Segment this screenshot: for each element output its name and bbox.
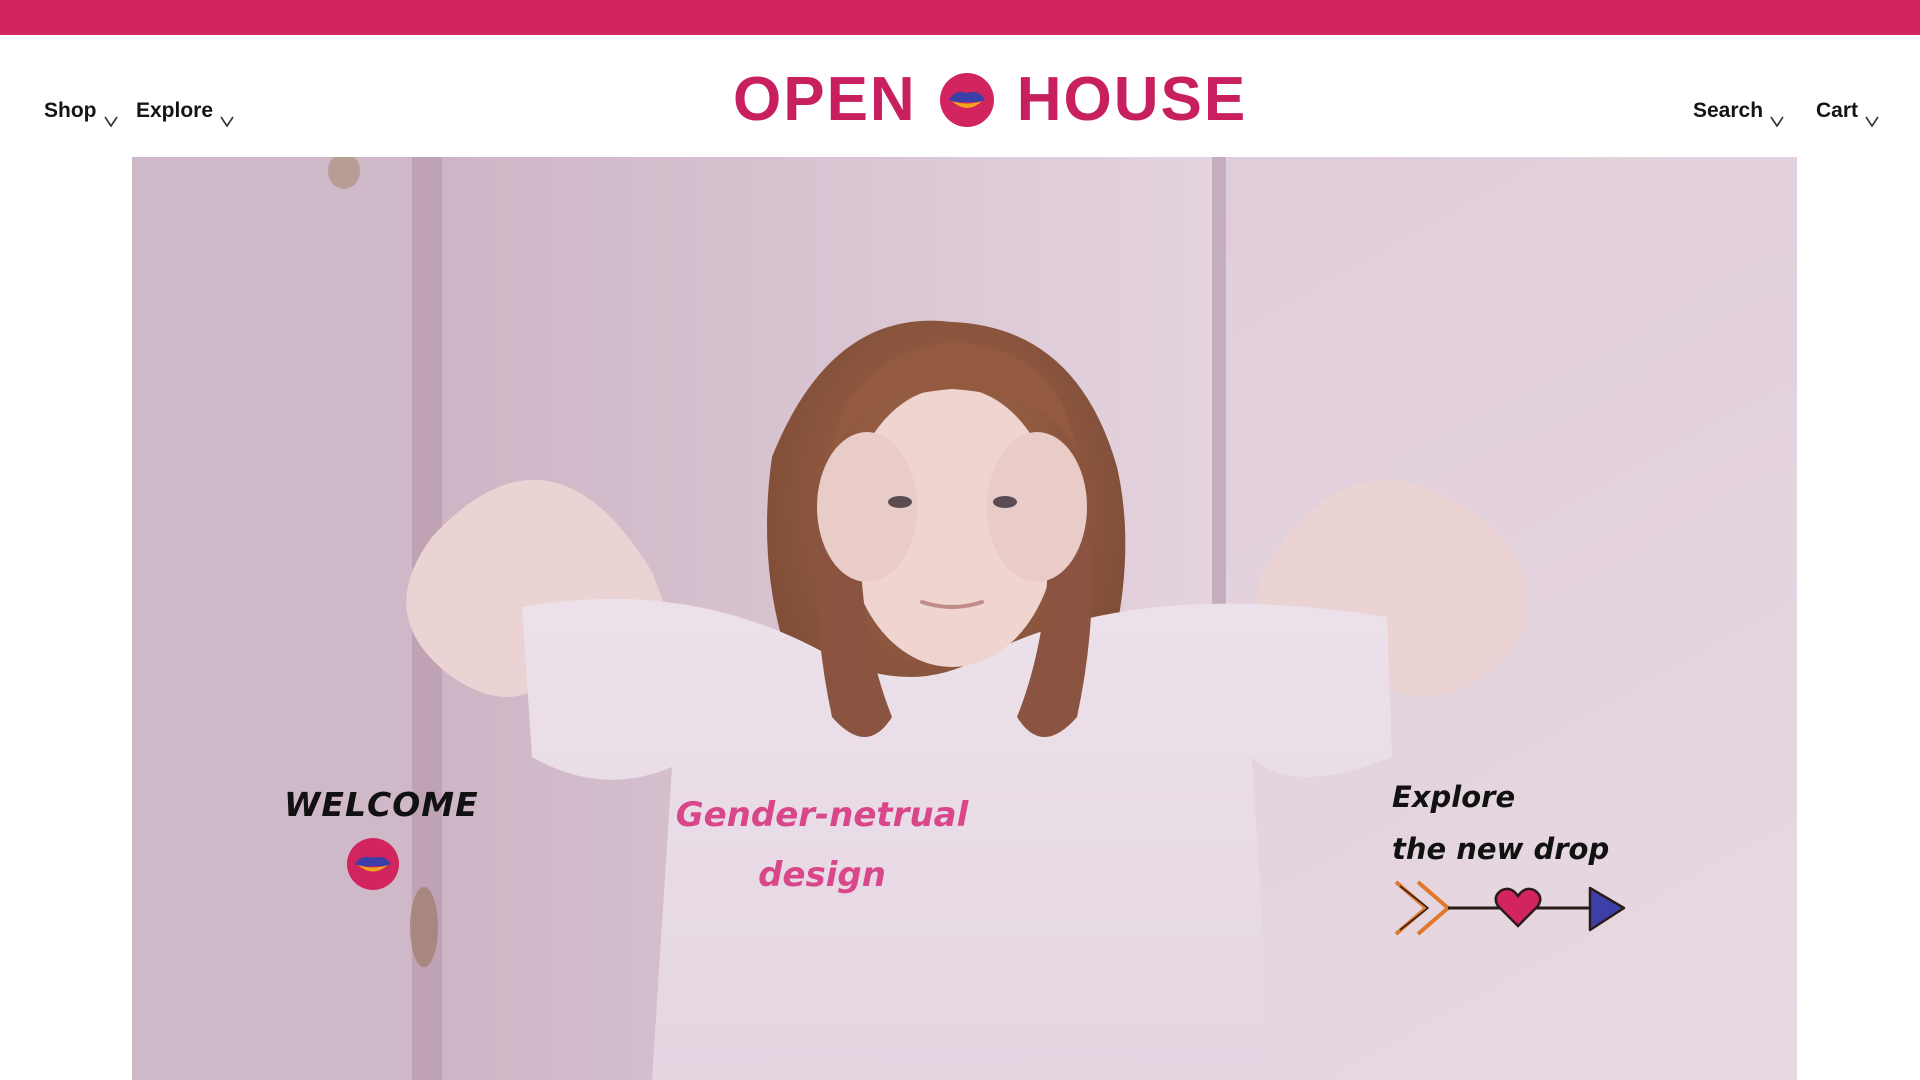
nav-search[interactable]: Search [1693,98,1785,128]
explore-new-drop-link[interactable]: Explore the new drop [1392,771,1626,936]
slogan-text: Gender-netrual design [652,785,992,905]
slogan-line-2: design [758,855,886,895]
explore-line-1: Explore [1392,780,1516,814]
logo-word-house: HOUSE [1016,65,1248,134]
nav-shop[interactable]: Shop [44,98,119,128]
chevron-down-icon [1770,116,1784,128]
nav-cart-label: Cart [1816,99,1859,122]
welcome-text: WELCOME [284,785,479,824]
lips-emblem-icon [939,73,994,127]
slogan-line-1: Gender-netrual [675,795,969,835]
top-accent-bar [0,0,1920,35]
chevron-down-icon [103,116,118,128]
nav-explore[interactable]: Explore [136,98,235,128]
lips-emblem-icon [347,838,399,890]
hero-photo [132,157,1797,1080]
explore-line-2: the new drop [1392,832,1610,866]
nav-shop-label: Shop [44,99,97,122]
chevron-down-icon [1865,116,1879,128]
chevron-down-icon [220,116,234,128]
logo-word-open: OPEN [733,65,917,134]
site-logo[interactable]: OPEN HOUSE [733,62,1247,138]
heart-arrow-icon [1394,880,1626,936]
nav-search-label: Search [1693,99,1764,122]
hero-banner[interactable]: WELCOME Gender-netrual design Explore th… [132,157,1797,1080]
nav-explore-label: Explore [136,99,214,122]
nav-cart[interactable]: Cart [1816,98,1880,128]
